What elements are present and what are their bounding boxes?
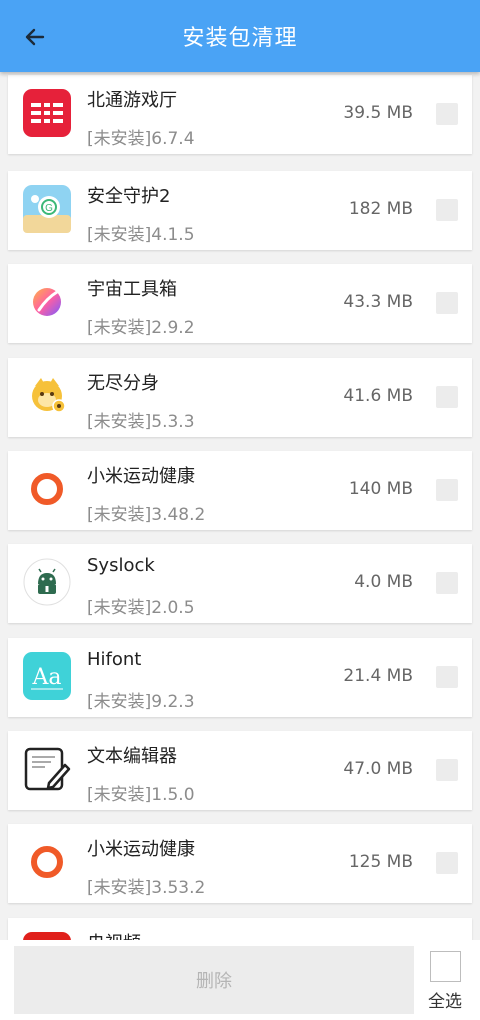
monkey-icon bbox=[32, 378, 66, 413]
list-item[interactable]: 宇宙工具箱 [未安装]2.9.2 43.3 MB bbox=[8, 264, 472, 343]
list-item[interactable]: 央视频 bbox=[8, 918, 472, 940]
app-version: [未安装]9.2.3 bbox=[87, 692, 195, 712]
item-checkbox[interactable] bbox=[436, 759, 458, 781]
svg-text:G: G bbox=[45, 203, 53, 214]
cctv-video-icon bbox=[23, 932, 71, 940]
bottom-action-bar: 删除 全选 bbox=[0, 940, 480, 1020]
item-checkbox[interactable] bbox=[436, 572, 458, 594]
svg-text:Aa: Aa bbox=[31, 665, 61, 690]
app-size: 4.0 MB bbox=[354, 572, 413, 592]
select-all-label[interactable]: 全选 bbox=[428, 987, 462, 1012]
app-size: 47.0 MB bbox=[343, 759, 413, 779]
package-list[interactable]: 北通游戏厅 [未安装]6.7.4 39.5 MB G 安全守护2 [未安装]4.… bbox=[0, 72, 480, 940]
app-name: 安全守护2 bbox=[87, 186, 171, 207]
item-checkbox[interactable] bbox=[436, 199, 458, 221]
text-editor-icon bbox=[24, 747, 71, 791]
list-item[interactable]: 无尽分身 [未安装]5.3.3 41.6 MB bbox=[8, 358, 472, 437]
list-item[interactable]: 小米运动健康 [未安装]3.48.2 140 MB bbox=[8, 451, 472, 530]
app-size: 41.6 MB bbox=[343, 386, 413, 406]
list-item[interactable]: G 安全守护2 [未安装]4.1.5 182 MB bbox=[8, 171, 472, 250]
app-version: [未安装]5.3.3 bbox=[87, 412, 195, 432]
ring-icon bbox=[31, 473, 63, 505]
betop-icon bbox=[23, 89, 71, 137]
app-name: 文本编辑器 bbox=[87, 746, 177, 767]
item-checkbox[interactable] bbox=[436, 479, 458, 501]
app-version: [未安装]2.9.2 bbox=[87, 318, 195, 338]
ring-icon bbox=[31, 846, 63, 878]
item-checkbox[interactable] bbox=[436, 852, 458, 874]
item-checkbox[interactable] bbox=[436, 386, 458, 408]
list-item[interactable]: Aa Hifont [未安装]9.2.3 21.4 MB bbox=[8, 638, 472, 717]
app-name: 小米运动健康 bbox=[87, 839, 195, 860]
select-all-checkbox[interactable] bbox=[430, 951, 461, 982]
app-size: 21.4 MB bbox=[343, 666, 413, 686]
item-checkbox[interactable] bbox=[436, 103, 458, 125]
app-version: [未安装]4.1.5 bbox=[87, 225, 195, 245]
universe-toolbox-icon bbox=[33, 288, 61, 316]
security-guard-icon: G bbox=[23, 185, 71, 233]
android-lock-icon bbox=[23, 558, 71, 606]
app-name: Syslock bbox=[87, 555, 155, 576]
app-version: [未安装]2.0.5 bbox=[87, 598, 195, 618]
app-name: 央视频 bbox=[87, 929, 141, 940]
app-name: 北通游戏厅 bbox=[87, 90, 177, 111]
app-size: 140 MB bbox=[348, 479, 413, 499]
font-aa-icon: Aa bbox=[23, 652, 71, 700]
app-name: Hifont bbox=[87, 649, 142, 670]
app-name: 宇宙工具箱 bbox=[87, 279, 177, 300]
app-size: 43.3 MB bbox=[343, 292, 413, 312]
list-item[interactable]: 北通游戏厅 [未安装]6.7.4 39.5 MB bbox=[8, 75, 472, 154]
app-size: 182 MB bbox=[348, 199, 413, 219]
app-size: 39.5 MB bbox=[343, 103, 413, 123]
item-checkbox[interactable] bbox=[436, 666, 458, 688]
app-version: [未安装]3.48.2 bbox=[87, 505, 206, 525]
app-size: 125 MB bbox=[348, 852, 413, 872]
app-bar: 安装包清理 bbox=[0, 0, 480, 72]
app-version: [未安装]1.5.0 bbox=[87, 785, 195, 805]
app-name: 无尽分身 bbox=[87, 373, 159, 394]
page-title: 安装包清理 bbox=[182, 26, 298, 51]
list-item[interactable]: 小米运动健康 [未安装]3.53.2 125 MB bbox=[8, 824, 472, 903]
app-version: [未安装]6.7.4 bbox=[87, 129, 195, 149]
item-checkbox[interactable] bbox=[436, 292, 458, 314]
list-item[interactable]: 文本编辑器 [未安装]1.5.0 47.0 MB bbox=[8, 731, 472, 810]
list-item[interactable]: Syslock [未安装]2.0.5 4.0 MB bbox=[8, 544, 472, 623]
app-version: [未安装]3.53.2 bbox=[87, 878, 206, 898]
app-name: 小米运动健康 bbox=[87, 466, 195, 487]
delete-button[interactable]: 删除 bbox=[14, 946, 414, 1014]
